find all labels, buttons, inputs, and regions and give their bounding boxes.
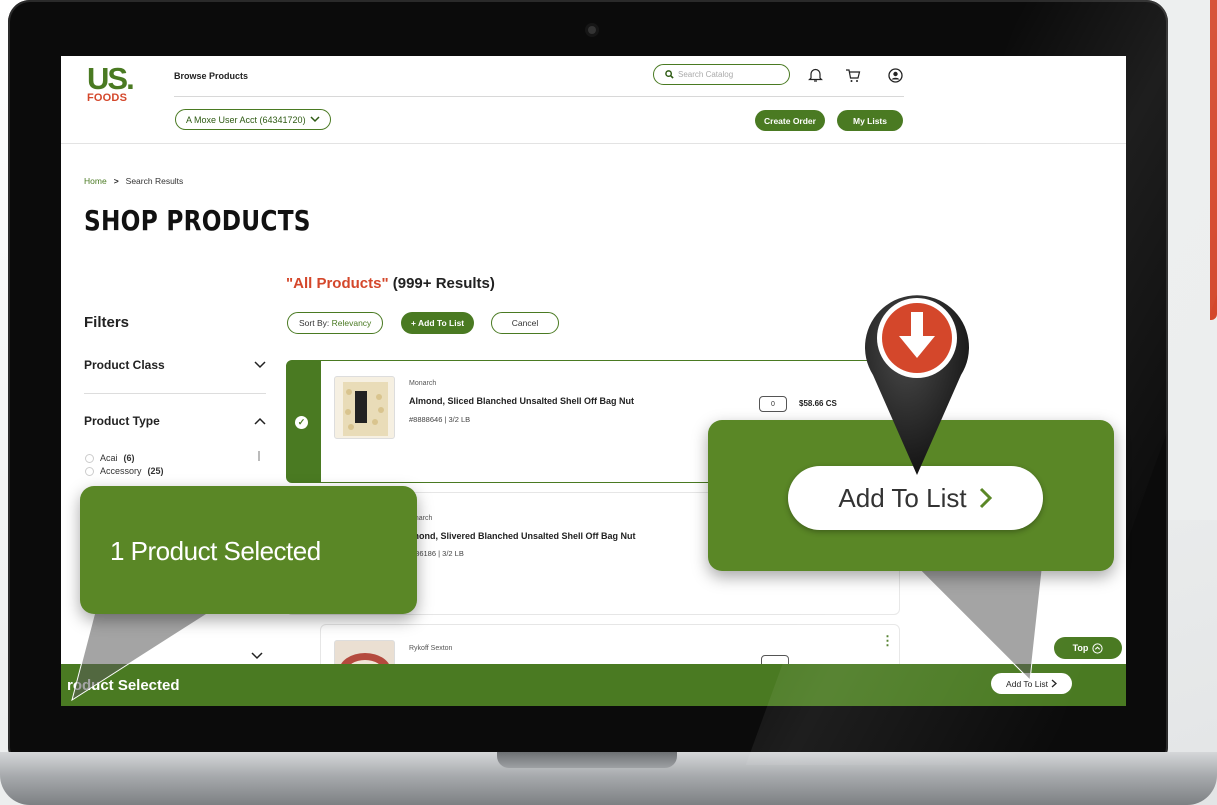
sort-value: Relevancy [331, 318, 372, 328]
account-label: A Moxe User Acct (64341720) [186, 114, 306, 125]
search-icon [665, 70, 674, 79]
cart-button[interactable] [844, 66, 862, 84]
logo-foods-text: FOODS [87, 92, 128, 104]
sort-prefix: Sort By: [299, 318, 330, 328]
header-divider [174, 96, 904, 97]
chevron-down-icon [310, 116, 320, 123]
checkmark-icon[interactable]: ✓ [295, 416, 308, 429]
background-panel [1160, 0, 1217, 520]
my-lists-button[interactable]: My Lists [837, 110, 903, 131]
product-price: $58.66 CS [799, 399, 837, 408]
user-icon [887, 67, 903, 83]
sort-dropdown[interactable]: Sort By: Relevancy [287, 312, 384, 334]
search-placeholder: Search Catalog [678, 70, 734, 79]
add-to-list-button[interactable]: + Add To List [401, 312, 475, 334]
filter-option[interactable]: Acai (6) [85, 453, 135, 463]
cart-icon [846, 68, 861, 82]
bottom-add-label: Add To List [1006, 678, 1048, 689]
chevron-up-icon [254, 417, 266, 425]
quantity-input[interactable]: 0 [759, 396, 787, 412]
account-selector[interactable]: A Moxe User Acct (64341720) [175, 109, 331, 130]
search-input[interactable]: Search Catalog [653, 64, 790, 85]
background-accent-bar [1210, 0, 1217, 320]
more-options-icon[interactable]: ⋮ [881, 633, 894, 649]
us-foods-logo[interactable]: US. FOODS [87, 61, 143, 124]
profile-button[interactable] [886, 66, 904, 84]
breadcrumb-home-link[interactable]: Home [84, 176, 107, 186]
site-header: US. FOODS Browse Products A Moxe User Ac… [61, 56, 1126, 144]
callout-right-label: Add To List [838, 482, 967, 513]
product-meta: #8888646 | 3/2 LB [409, 415, 471, 424]
product-name[interactable]: mond, Slivered Blanched Unsalted Shell O… [411, 531, 636, 541]
breadcrumb: Home > Search Results [84, 176, 183, 186]
bottom-add-to-list-button[interactable]: Add To List [991, 673, 1072, 694]
create-order-button[interactable]: Create Order [755, 110, 825, 131]
cancel-button[interactable]: Cancel [491, 312, 559, 334]
laptop-notch [497, 752, 677, 768]
browse-products-link[interactable]: Browse Products [174, 71, 248, 81]
filter-option-label: Acai [100, 453, 118, 463]
callout-product-selected: 1 Product Selected [80, 486, 417, 614]
chevron-right-icon [1051, 679, 1057, 688]
results-query: "All Products" [286, 275, 389, 292]
product-name[interactable]: Almond, Sliced Blanched Unsalted Shell O… [409, 396, 634, 406]
breadcrumb-current: Search Results [125, 176, 184, 186]
top-label: Top [1072, 643, 1089, 653]
filter-option-label: Accessory [100, 466, 142, 476]
bell-icon [807, 68, 823, 82]
facet-product-class[interactable]: Product Class [84, 358, 266, 372]
filter-scrollbar[interactable] [258, 451, 260, 461]
filter-option-count: (25) [147, 466, 164, 476]
logo-us-text: US. [87, 61, 135, 96]
chevron-down-icon [254, 361, 266, 369]
breadcrumb-separator: > [113, 176, 119, 186]
location-pin-icon [865, 295, 969, 475]
chevron-up-circle-icon [1092, 642, 1104, 654]
laptop-base [0, 752, 1217, 805]
filter-option[interactable]: Accessory (25) [85, 466, 164, 476]
results-count: (999+ Results) [392, 275, 495, 292]
facet-label: Product Type [84, 414, 160, 428]
product-meta: 886186 | 3/2 LB [411, 549, 464, 558]
selected-count-label: roduct Selected [67, 677, 180, 694]
webcam [588, 26, 596, 34]
facet-divider [84, 393, 266, 394]
page-title: SHOP PRODUCTS [84, 204, 311, 237]
back-to-top-button[interactable]: Top [1054, 637, 1122, 659]
facet-label: Product Class [84, 358, 165, 372]
selection-bottom-bar: roduct Selected Add To List [61, 664, 1126, 706]
radio-button[interactable] [85, 466, 94, 476]
facet-product-type[interactable]: Product Type [84, 414, 266, 428]
stage: US. FOODS Browse Products A Moxe User Ac… [0, 0, 1217, 805]
radio-button[interactable] [85, 453, 94, 463]
callout-left-text: 1 Product Selected [110, 536, 321, 566]
product-brand: Rykoff Sexton [409, 645, 453, 652]
chevron-right-icon [979, 487, 992, 509]
notifications-button[interactable] [806, 66, 824, 84]
chevron-down-icon[interactable] [251, 652, 263, 660]
product-image [334, 376, 395, 439]
results-summary: "All Products" (999+ Results) [286, 275, 495, 292]
product-brand: Monarch [409, 380, 437, 387]
filter-option-count: (6) [123, 453, 135, 463]
filters-title: Filters [84, 314, 130, 331]
